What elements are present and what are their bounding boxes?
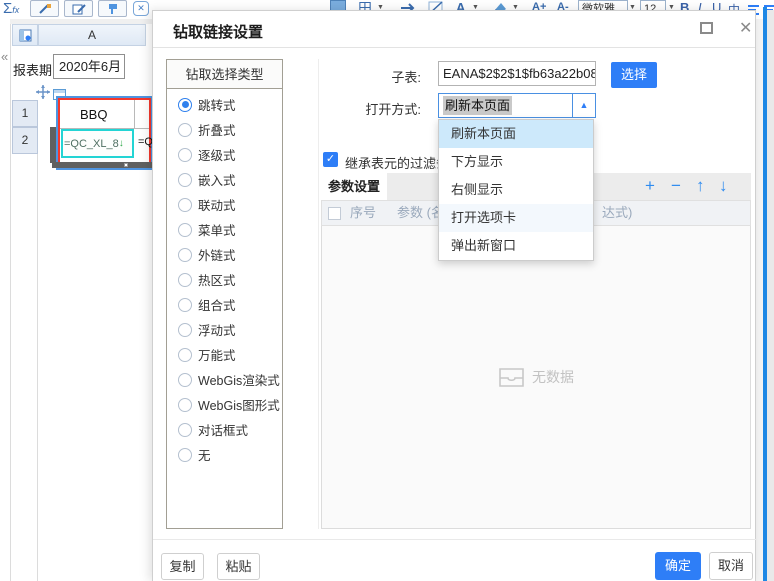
content-divider xyxy=(318,59,319,529)
radio-webgis-render[interactable]: WebGis渲染式 xyxy=(167,367,282,392)
period-input[interactable]: 2020年6月 xyxy=(53,54,125,79)
open-mode-dropdown: 刷新本页面 下方显示 右侧显示 打开选项卡 弹出新窗口 xyxy=(438,119,594,261)
row-header-divider xyxy=(37,154,38,581)
title-separator xyxy=(153,47,755,48)
inherit-filter-checkbox[interactable]: ✓ xyxy=(323,152,338,167)
move-down-icon[interactable]: ↓ xyxy=(719,173,728,200)
edit-cell-icon[interactable] xyxy=(64,0,93,17)
grid-corner-icon xyxy=(19,29,32,42)
ok-button[interactable]: 确定 xyxy=(655,552,701,580)
radio-icon xyxy=(178,273,192,287)
radio-hotzone[interactable]: 热区式 xyxy=(167,267,282,292)
open-mode-label: 打开方式: xyxy=(321,99,421,118)
drill-type-panel: 钻取选择类型 跳转式 折叠式 逐级式 嵌入式 联动式 菜单式 外链式 热区式 组… xyxy=(166,59,283,529)
copy-button[interactable]: 复制 xyxy=(161,553,204,580)
radio-jump[interactable]: 跳转式 xyxy=(167,92,282,117)
remove-param-icon[interactable]: − xyxy=(671,173,681,200)
open-mode-combobox[interactable]: 刷新本页面 ▲ xyxy=(438,93,596,118)
subtable-label: 子表: xyxy=(321,67,421,86)
radio-embed[interactable]: 嵌入式 xyxy=(167,167,282,192)
cancel-button[interactable]: 取消 xyxy=(709,552,753,580)
radio-icon xyxy=(178,423,192,437)
collapse-panel-icon[interactable]: « xyxy=(1,49,8,64)
radio-icon xyxy=(178,123,192,137)
chevron-up-icon[interactable]: ▲ xyxy=(572,94,595,117)
radio-external[interactable]: 外链式 xyxy=(167,242,282,267)
radio-icon xyxy=(178,198,192,212)
radio-icon xyxy=(178,148,192,162)
radio-icon xyxy=(178,398,192,412)
footer-separator xyxy=(153,539,757,540)
resize-handle[interactable] xyxy=(124,163,128,167)
cell-formula-next[interactable]: =Q xyxy=(138,136,153,148)
report-canvas: « A 报表期 2020年6月 1 2 BBQ =QC_XL_8 ↓ =Q xyxy=(0,19,160,581)
open-mode-option[interactable]: 弹出新窗口 xyxy=(439,232,593,260)
radio-level[interactable]: 逐级式 xyxy=(167,142,282,167)
drill-marker-icon: ↓ xyxy=(119,138,124,149)
radio-combo[interactable]: 组合式 xyxy=(167,292,282,317)
move-up-icon[interactable]: ↑ xyxy=(696,173,705,200)
radio-icon xyxy=(178,448,192,462)
maximize-icon[interactable] xyxy=(700,22,713,34)
param-table-body: 无数据 xyxy=(321,226,751,529)
row-header-1[interactable]: 1 xyxy=(12,100,38,127)
format-brush-icon[interactable] xyxy=(98,0,127,17)
radio-icon xyxy=(178,173,192,187)
period-label: 报表期 xyxy=(13,60,52,79)
drill-link-dialog: 钻取链接设置 ✕ 钻取选择类型 跳转式 折叠式 逐级式 嵌入式 联动式 菜单式 … xyxy=(152,10,756,581)
radio-webgis-graphic[interactable]: WebGis图形式 xyxy=(167,392,282,417)
seq-column-header: 序号 xyxy=(350,201,376,225)
dialog-title: 钻取链接设置 xyxy=(173,21,263,42)
radio-menu[interactable]: 菜单式 xyxy=(167,217,282,242)
column-header-a[interactable]: A xyxy=(38,24,146,46)
radio-icon xyxy=(178,98,192,112)
radio-icon xyxy=(178,223,192,237)
radio-none[interactable]: 无 xyxy=(167,442,282,467)
radio-icon xyxy=(178,298,192,312)
select-button[interactable]: 选择 xyxy=(611,62,657,88)
radio-icon xyxy=(178,248,192,262)
open-mode-value: 刷新本页面 xyxy=(443,96,512,115)
panel-divider xyxy=(10,19,11,581)
radio-dialog-type[interactable]: 对话框式 xyxy=(167,417,282,442)
radio-fold[interactable]: 折叠式 xyxy=(167,117,282,142)
paste-button[interactable]: 粘贴 xyxy=(217,553,260,580)
empty-text: 无数据 xyxy=(532,367,574,387)
selection-bottom-bar xyxy=(52,162,153,168)
sum-formula-icon[interactable]: Σfx xyxy=(3,0,19,18)
move-handle-icon[interactable] xyxy=(36,85,50,104)
cell-bbq[interactable]: BBQ xyxy=(60,100,149,129)
radio-universal[interactable]: 万能式 xyxy=(167,342,282,367)
clear-formula-icon[interactable]: ✕ xyxy=(133,1,149,16)
add-param-icon[interactable]: + xyxy=(645,173,655,200)
open-mode-option[interactable]: 右侧显示 xyxy=(439,176,593,204)
param-column-header-right: 达式) xyxy=(602,201,632,225)
right-panel-strip xyxy=(767,10,774,581)
radio-icon xyxy=(178,348,192,362)
close-icon[interactable]: ✕ xyxy=(739,18,752,38)
floating-report-block[interactable]: BBQ =QC_XL_8 ↓ =Q xyxy=(56,96,153,170)
param-column-header-left: 参数 (名 xyxy=(397,201,444,225)
radio-linkage[interactable]: 联动式 xyxy=(167,192,282,217)
radio-icon xyxy=(178,373,192,387)
row-header-2[interactable]: 2 xyxy=(12,127,38,154)
subtable-input[interactable]: EANA$2$2$1$fb63a22b082 xyxy=(438,61,596,86)
drill-type-header: 钻取选择类型 xyxy=(167,60,282,89)
highlight-pen-icon[interactable] xyxy=(30,0,59,17)
select-all-checkbox[interactable] xyxy=(328,207,341,220)
open-mode-option[interactable]: 下方显示 xyxy=(439,148,593,176)
radio-icon xyxy=(178,323,192,337)
select-all-corner[interactable] xyxy=(12,24,38,46)
tab-param-settings[interactable]: 参数设置 xyxy=(321,173,387,200)
empty-state: 无数据 xyxy=(498,367,574,388)
empty-tray-icon xyxy=(498,367,525,388)
open-mode-option[interactable]: 打开选项卡 xyxy=(439,204,593,232)
selected-formula-cell[interactable]: =QC_XL_8 ↓ xyxy=(61,129,134,158)
radio-float[interactable]: 浮动式 xyxy=(167,317,282,342)
open-mode-option[interactable]: 刷新本页面 xyxy=(439,120,593,148)
block-red-border: BBQ =QC_XL_8 ↓ =Q xyxy=(58,98,151,168)
